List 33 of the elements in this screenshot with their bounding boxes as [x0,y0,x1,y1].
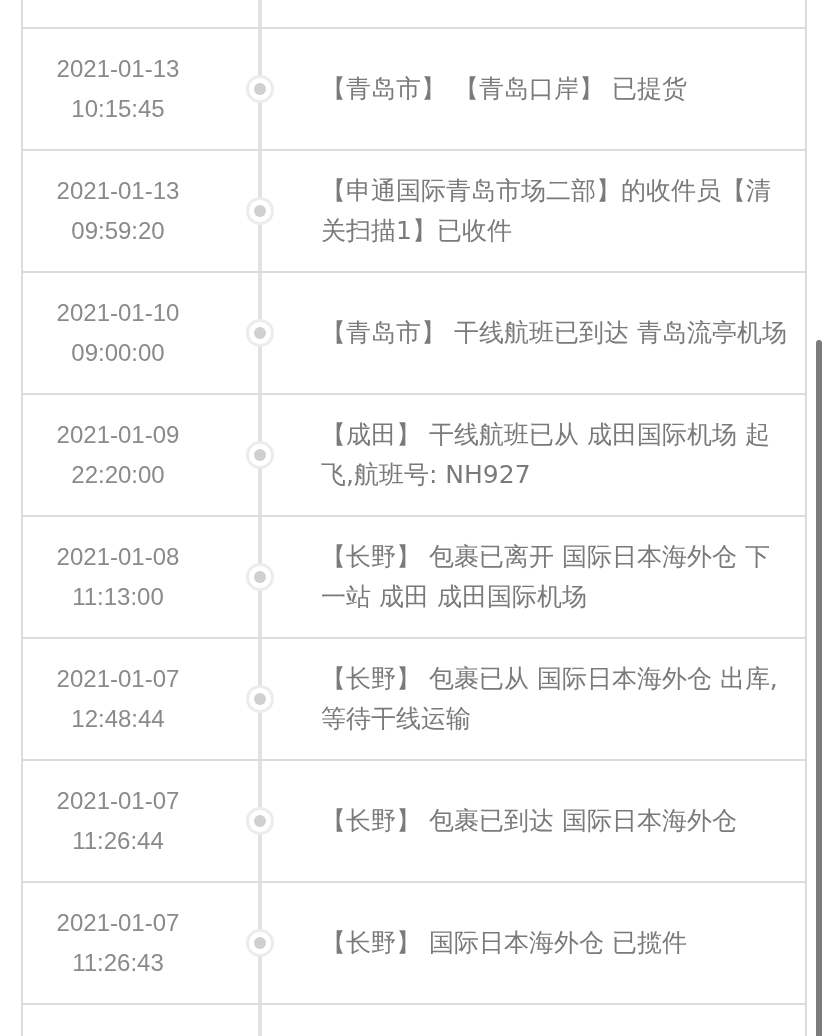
event-description: 【长野】 包裹已从 国际日本海外仓 出库,等待干线运输 [321,663,779,735]
event-description: 【长野】 国际日本海外仓 已揽件 [321,927,687,959]
event-description: 【申通国际青岛市场二部】的收件员【清关扫描1】已收件 [321,175,772,247]
event-date: 2021-01-13 [56,54,180,84]
event-description: 【长野】 包裹已离开 国际日本海外仓 下一站 成田 成田国际机场 [321,541,771,613]
event-time: 10:15:45 [71,94,165,124]
event-date: 2021-01-13 [56,176,180,206]
timeline-dot-icon [246,929,274,957]
timeline-dot-icon [246,75,274,103]
timeline-dot-icon [246,563,274,591]
event-date: 2021-01-08 [56,542,180,572]
event-time: 11:13:00 [72,582,164,612]
event-time: 11:26:43 [72,948,164,978]
event-date: 2021-01-09 [56,420,180,450]
event-date: 2021-01-07 [56,786,180,816]
event-time: 22:20:00 [71,460,165,490]
timeline-dot-icon [246,319,274,347]
event-description: 【长野】 包裹已到达 国际日本海外仓 [321,805,737,837]
event-time: 09:00:00 [71,338,165,368]
timeline-dot-icon [246,197,274,225]
event-time: 09:59:20 [71,216,165,246]
event-date: 2021-01-07 [56,664,180,694]
event-description: 【青岛市】 干线航班已到达 青岛流亭机场 [321,317,787,349]
event-time: 11:26:44 [72,826,164,856]
scrollbar[interactable] [816,340,822,1036]
event-date: 2021-01-07 [56,908,180,938]
event-description: 【成田】 干线航班已从 成田国际机场 起飞,航班号: NH927 [321,419,771,491]
event-description: 【青岛市】 【青岛口岸】 已提货 [321,73,687,105]
event-date: 2021-01-10 [56,298,180,328]
event-time: 12:48:44 [71,704,165,734]
timeline-dot-icon [246,685,274,713]
timeline-dot-icon [246,807,274,835]
timeline-dot-icon [246,441,274,469]
